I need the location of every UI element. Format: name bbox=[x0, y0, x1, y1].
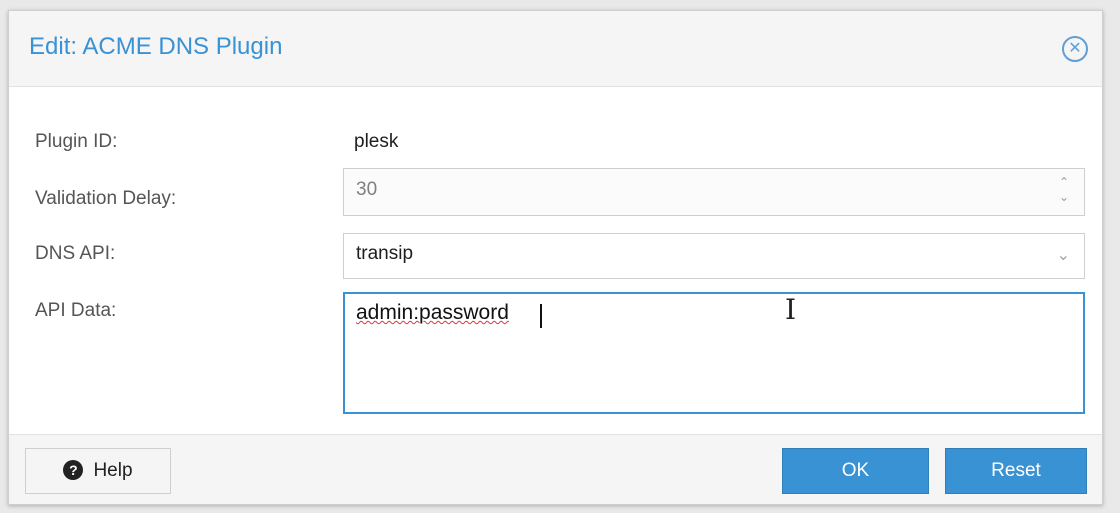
api-data-textarea[interactable]: admin:password bbox=[343, 292, 1085, 414]
validation-delay-spinner[interactable]: 30 ⌃ ⌄ bbox=[343, 168, 1085, 216]
dialog-footer: ? Help OK Reset bbox=[9, 434, 1102, 504]
dialog-title: Edit: ACME DNS Plugin bbox=[29, 33, 283, 60]
validation-delay-label: Validation Delay: bbox=[35, 188, 177, 209]
plugin-id-value: plesk bbox=[354, 131, 399, 152]
chevron-down-icon[interactable]: ⌄ bbox=[1057, 245, 1070, 265]
help-button-label: Help bbox=[93, 460, 133, 481]
spinner-arrows-icon[interactable]: ⌃ ⌄ bbox=[1054, 175, 1074, 209]
validation-delay-value: 30 bbox=[356, 179, 378, 200]
api-data-label: API Data: bbox=[35, 300, 117, 321]
close-icon[interactable]: ✕ bbox=[1062, 36, 1088, 62]
dialog-header: Edit: ACME DNS Plugin ✕ bbox=[9, 11, 1102, 87]
help-icon: ? bbox=[63, 460, 84, 480]
ok-button[interactable]: OK bbox=[782, 448, 929, 494]
dns-api-select[interactable]: transip ⌄ bbox=[343, 233, 1085, 279]
plugin-id-label: Plugin ID: bbox=[35, 131, 118, 152]
api-data-text: admin:password bbox=[356, 301, 509, 324]
edit-acme-dns-plugin-dialog: Edit: ACME DNS Plugin ✕ Plugin ID: plesk… bbox=[8, 10, 1103, 505]
dns-api-value: transip bbox=[356, 243, 414, 264]
reset-button[interactable]: Reset bbox=[945, 448, 1087, 494]
dns-api-label: DNS API: bbox=[35, 243, 116, 264]
text-caret bbox=[540, 304, 542, 328]
ibeam-cursor-icon: I bbox=[785, 293, 797, 326]
dialog-body: Plugin ID: plesk Validation Delay: 30 ⌃ ⌄… bbox=[9, 88, 1102, 436]
help-button[interactable]: ? Help bbox=[25, 448, 171, 494]
